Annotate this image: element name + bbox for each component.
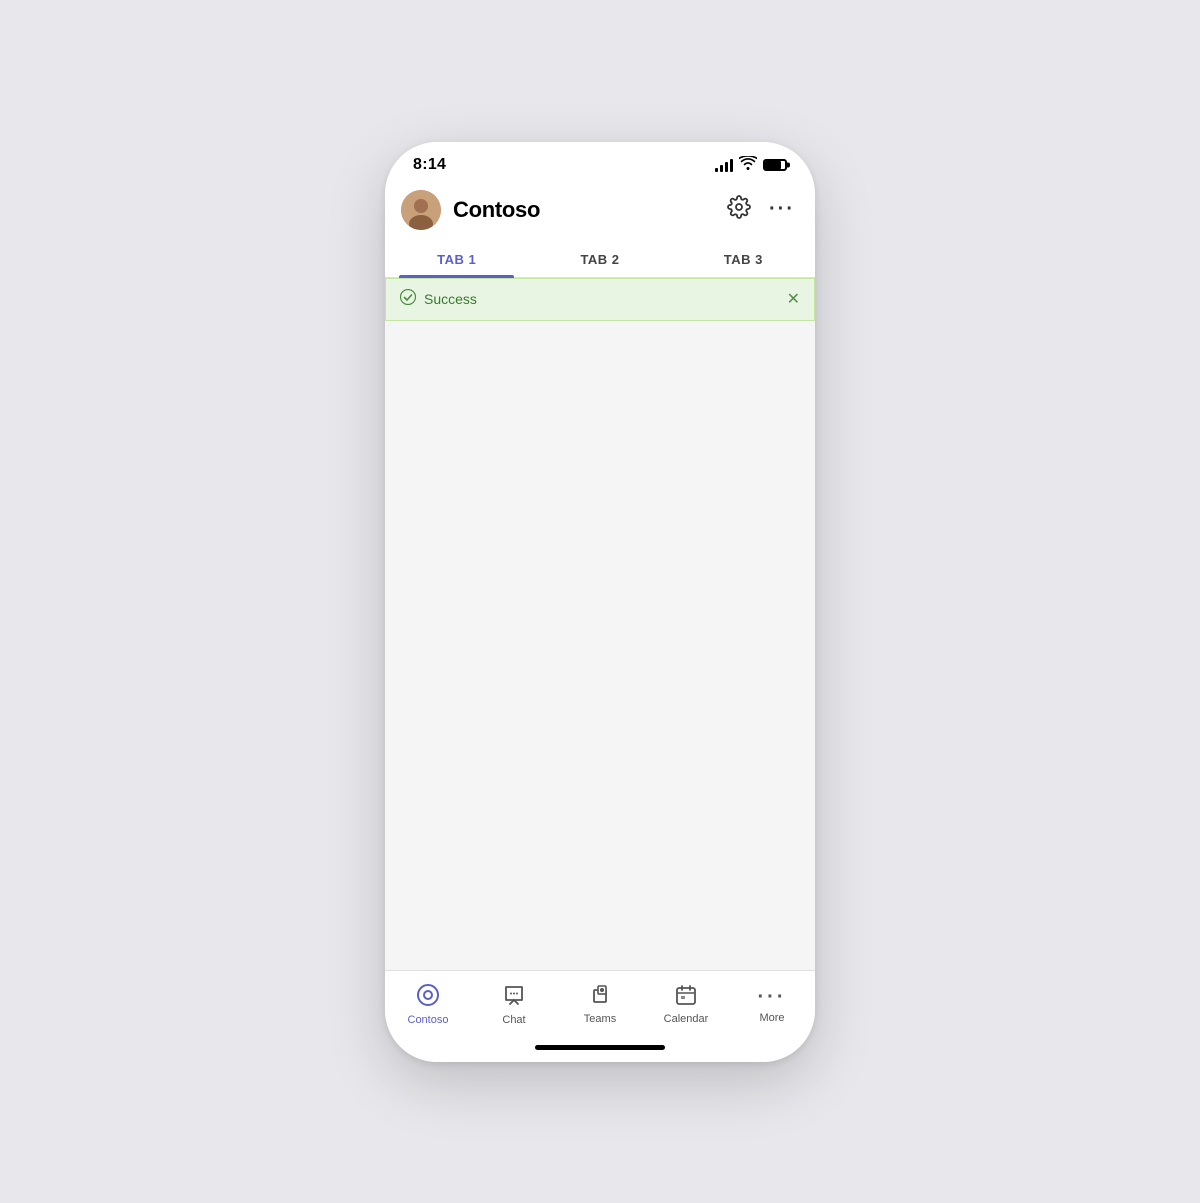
tab-tab2[interactable]: TAB 2 <box>528 240 671 277</box>
nav-item-more[interactable]: ··· More <box>729 981 815 1028</box>
wifi-icon <box>739 156 757 173</box>
signal-icon <box>715 158 733 172</box>
teams-nav-icon <box>587 984 613 1010</box>
more-nav-icon: ··· <box>758 985 787 1009</box>
nav-item-calendar[interactable]: Calendar <box>643 980 729 1029</box>
home-indicator <box>385 1034 815 1062</box>
header-actions: ··· <box>727 195 795 225</box>
more-dots-icon[interactable]: ··· <box>769 198 795 221</box>
nav-item-teams[interactable]: Teams <box>557 980 643 1029</box>
tab-tab1[interactable]: TAB 1 <box>385 240 528 277</box>
phone-shell: 8:14 <box>385 142 815 1062</box>
nav-label-calendar: Calendar <box>664 1013 709 1025</box>
tab-tab3[interactable]: TAB 3 <box>672 240 815 277</box>
avatar <box>401 190 441 230</box>
tabs-bar: TAB 1 TAB 2 TAB 3 <box>385 240 815 278</box>
app-title: Contoso <box>453 197 727 223</box>
nav-item-chat[interactable]: Chat <box>471 979 557 1030</box>
gear-icon[interactable] <box>727 195 751 225</box>
nav-label-more: More <box>759 1012 784 1024</box>
battery-icon <box>763 159 787 171</box>
home-bar <box>535 1045 665 1050</box>
status-time: 8:14 <box>413 156 446 174</box>
calendar-nav-icon <box>675 984 697 1010</box>
chat-nav-icon <box>502 983 526 1011</box>
success-message: Success <box>424 291 477 307</box>
bottom-nav: Contoso Chat <box>385 970 815 1034</box>
avatar-image <box>401 190 441 230</box>
nav-label-teams: Teams <box>584 1013 616 1025</box>
status-icons <box>715 156 787 173</box>
app-header: Contoso ··· <box>385 182 815 240</box>
success-check-icon <box>400 289 416 310</box>
success-banner: Success ✕ <box>385 278 815 321</box>
contoso-nav-icon <box>416 983 440 1011</box>
nav-label-contoso: Contoso <box>408 1014 449 1026</box>
nav-item-contoso[interactable]: Contoso <box>385 979 471 1030</box>
success-close-button[interactable]: ✕ <box>787 289 800 309</box>
content-area: Success ✕ <box>385 278 815 970</box>
nav-label-chat: Chat <box>502 1014 525 1026</box>
status-bar: 8:14 <box>385 142 815 182</box>
